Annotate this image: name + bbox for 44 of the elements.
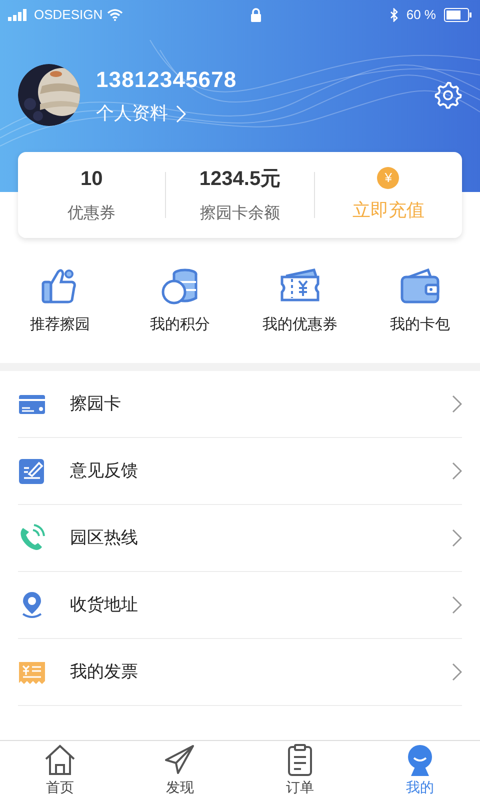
shortcut-item[interactable]: 我的卡包 [360,266,480,336]
menu-label: 园区热线 [70,526,138,549]
chevron-right-icon [452,462,462,480]
menu-row[interactable]: 我的发票 [18,638,462,706]
paper-plane-icon [163,743,197,777]
menu-row[interactable]: 收货地址 [18,572,462,638]
settings-button[interactable] [434,81,462,109]
wifi-icon [106,9,123,21]
menu-row[interactable]: 意见反馈 [18,438,462,504]
shortcut-item[interactable]: 我的积分 [120,266,240,336]
edit-icon [18,456,46,484]
chevron-right-icon [452,596,462,614]
chevron-right-icon [452,662,462,680]
carrier-name: OSDESIGN [34,6,103,24]
stat-value: 10 [80,167,103,192]
battery-percentage: 60 % [406,6,436,24]
shortcut-item[interactable]: 推荐擦园 [0,266,120,336]
tab-item[interactable]: 发现 [120,741,240,800]
stat-label: 擦园卡余额 [200,204,280,224]
menu-row[interactable]: 擦园卡 [18,370,462,438]
menu-row[interactable]: 园区热线 [18,504,462,572]
tab-item[interactable]: 首页 [0,741,120,800]
menu-label: 收货地址 [70,594,138,616]
home-icon [43,743,77,777]
stat-value: 1234.5元 [199,167,281,192]
chevron-right-icon [452,528,462,546]
stat-label: 优惠券 [68,204,116,224]
wallet-icon [398,266,442,306]
yuan-icon: ¥ [377,166,400,188]
phone-number: 13812345678 [96,66,237,94]
menu-label: 我的发票 [70,660,138,683]
chevron-right-icon [452,394,462,412]
lock-icon [250,8,262,22]
shortcut-item[interactable]: 我的优惠券 [240,266,360,336]
bluetooth-icon [390,8,398,22]
menu-label: 意见反馈 [70,460,138,482]
chevron-right-icon [176,104,186,122]
tab-item[interactable]: 订单 [240,741,360,800]
tab-item[interactable]: 我的 [360,741,480,800]
battery-icon [444,8,472,22]
phone-icon [18,524,46,552]
settings-icon [434,81,462,109]
recharge-label: 立即充值 [352,198,424,222]
menu-label: 擦园卡 [70,392,121,415]
